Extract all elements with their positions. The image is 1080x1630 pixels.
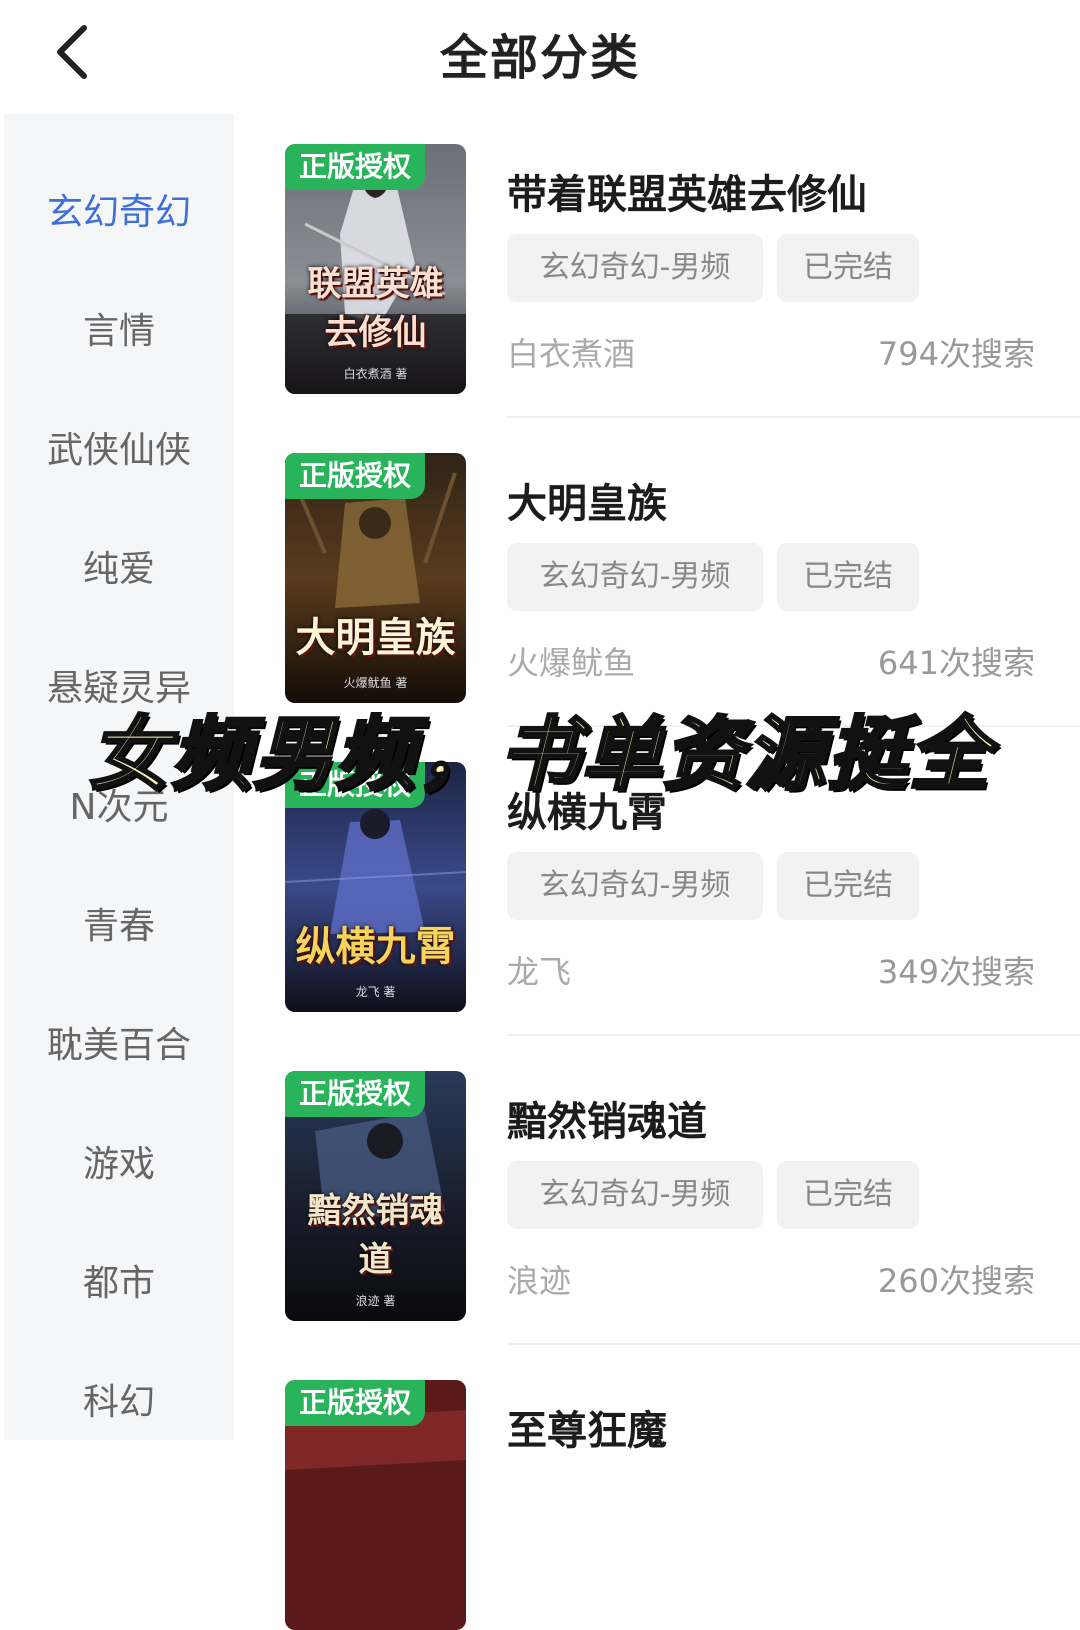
book-cover[interactable]: 正版授权 联盟英雄去修仙 白衣煮酒 著 (285, 144, 466, 394)
license-badge: 正版授权 (285, 1380, 425, 1426)
divider (507, 1034, 1080, 1036)
sidebar-item-youxi[interactable]: 游戏 (4, 1140, 234, 1190)
top-bar: 全部分类 (0, 0, 1080, 110)
sidebar-item-kehuan[interactable]: 科幻 (4, 1378, 234, 1428)
genre-tag: 玄幻奇幻-男频 (507, 234, 763, 302)
book-title[interactable]: 黯然销魂道 (507, 1089, 707, 1147)
status-tag: 已完结 (777, 234, 919, 302)
genre-tag: 玄幻奇幻-男频 (507, 543, 763, 611)
search-count: 641次搜索 (877, 644, 1035, 682)
sidebar-item-danmei[interactable]: 耽美百合 (4, 1021, 234, 1071)
status-tag: 已完结 (777, 852, 919, 920)
license-badge: 正版授权 (285, 144, 425, 190)
search-count: 349次搜索 (877, 953, 1035, 991)
cover-author: 龙飞 著 (355, 985, 396, 999)
status-tag: 已完结 (777, 543, 919, 611)
book-item[interactable]: 正版授权 至尊狂魔 (285, 1380, 1080, 1630)
sidebar-item-wuxia[interactable]: 武侠仙侠 (4, 426, 234, 476)
book-title[interactable]: 至尊狂魔 (507, 1398, 667, 1456)
sidebar-item-yanqing[interactable]: 言情 (4, 307, 234, 357)
status-tag: 已完结 (777, 1161, 919, 1229)
overlay-caption: 女频男频，书单资源挺全 (88, 707, 991, 803)
genre-tag: 玄幻奇幻-男频 (507, 1161, 763, 1229)
book-cover[interactable]: 正版授权 大明皇族 火爆鱿鱼 著 (285, 453, 466, 703)
sidebar-item-chunai[interactable]: 纯爱 (4, 545, 234, 595)
book-item[interactable]: 正版授权 黯然销魂道 浪迹 著 黯然销魂道 玄幻奇幻-男频 已完结 浪迹 260… (285, 1071, 1080, 1321)
book-cover[interactable]: 正版授权 (285, 1380, 466, 1630)
license-badge: 正版授权 (285, 1071, 425, 1117)
book-title[interactable]: 带着联盟英雄去修仙 (507, 162, 867, 220)
cover-author: 浪迹 著 (355, 1294, 396, 1308)
book-author: 白衣煮酒 (507, 335, 636, 373)
book-cover[interactable]: 正版授权 黯然销魂道 浪迹 著 (285, 1071, 466, 1321)
cover-title: 大明皇族 (295, 614, 456, 661)
cover-title: 黯然销魂道 (307, 1191, 444, 1280)
divider (507, 1343, 1080, 1345)
book-author: 浪迹 (507, 1262, 572, 1300)
book-item[interactable]: 正版授权 大明皇族 火爆鱿鱼 著 大明皇族 玄幻奇幻-男频 已完结 火爆鱿鱼 6… (285, 453, 1080, 703)
page-title: 全部分类 (439, 30, 640, 86)
sidebar-item-xuanhuan[interactable]: 玄幻奇幻 (4, 188, 234, 238)
genre-tag: 玄幻奇幻-男频 (507, 852, 763, 920)
book-author: 火爆鱿鱼 (507, 644, 636, 682)
search-count: 260次搜索 (877, 1262, 1035, 1300)
license-badge: 正版授权 (285, 453, 425, 499)
book-title[interactable]: 大明皇族 (507, 471, 667, 529)
sidebar-item-qingchun[interactable]: 青春 (4, 902, 234, 952)
cover-title: 纵横九霄 (295, 923, 456, 970)
search-count: 794次搜索 (877, 335, 1035, 373)
cover-author: 火爆鱿鱼 著 (343, 676, 408, 690)
cover-title: 联盟英雄去修仙 (307, 264, 444, 353)
sidebar-item-dushi[interactable]: 都市 (4, 1259, 234, 1309)
cover-author: 白衣煮酒 著 (343, 367, 408, 381)
book-item[interactable]: 正版授权 联盟英雄去修仙 白衣煮酒 著 带着联盟英雄去修仙 玄幻奇幻-男频 已完… (285, 144, 1080, 394)
book-author: 龙飞 (507, 953, 572, 991)
divider (507, 416, 1080, 418)
